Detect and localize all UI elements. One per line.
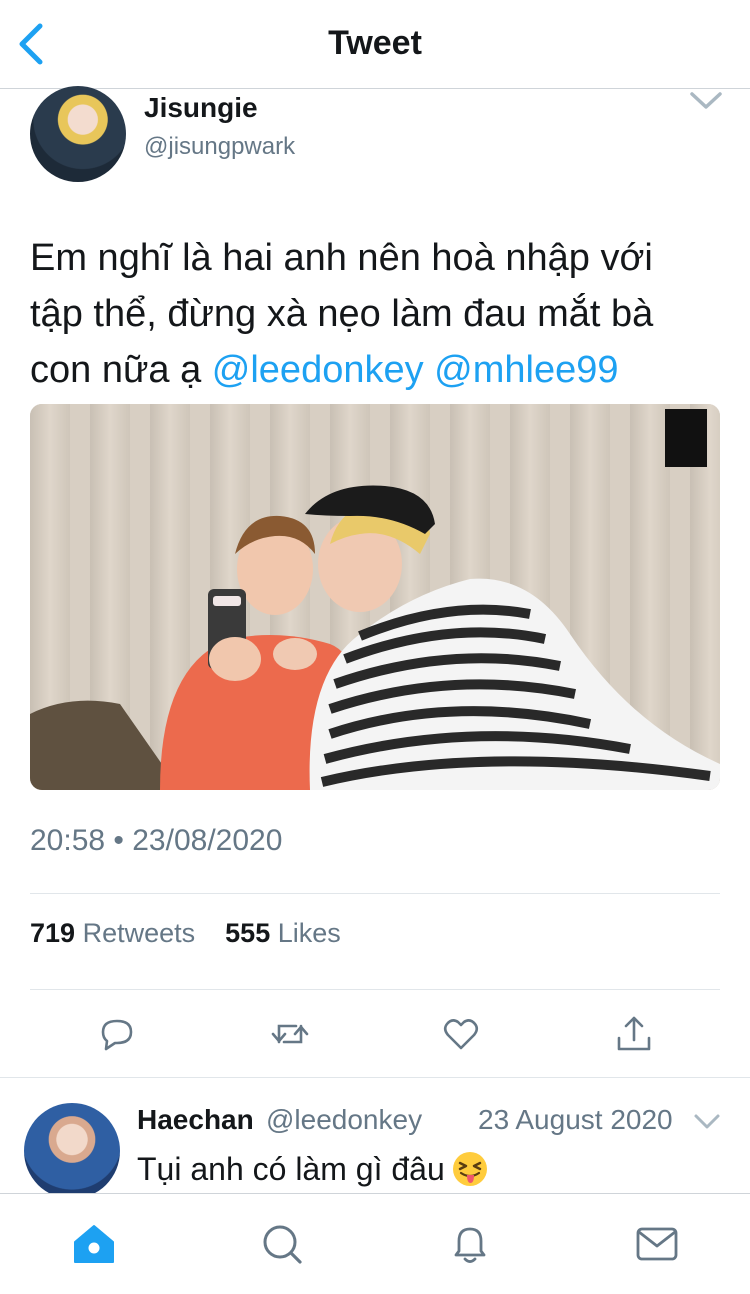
photo-illustration (30, 404, 720, 790)
search-icon[interactable] (259, 1222, 305, 1266)
reply-text-content: Tụi anh có làm gì đâu (137, 1151, 445, 1187)
reply-author-handle[interactable]: @leedonkey (266, 1104, 422, 1136)
mention-link[interactable]: @leedonkey (212, 349, 424, 391)
tweet-text-line: con nữa ạ @leedonkey @mhlee99 (30, 342, 730, 398)
tweet-timestamp: 20:58 • 23/08/2020 (30, 824, 283, 857)
chevron-down-icon[interactable] (692, 1110, 722, 1134)
reply-author-name[interactable]: Haechan (137, 1104, 254, 1136)
retweet-icon[interactable] (270, 1014, 310, 1054)
divider (30, 893, 720, 894)
author-handle[interactable]: @jisungpwark (144, 133, 295, 161)
retweet-count: 719 (30, 918, 76, 948)
tweet-text-line: tập thể, đừng xà nẹo làm đau mắt bà (30, 293, 654, 335)
retweet-label: Retweets (82, 918, 196, 948)
author-avatar[interactable] (30, 86, 126, 182)
author-name[interactable]: Jisungie (144, 92, 258, 124)
messages-icon[interactable] (634, 1222, 680, 1266)
reply-author-avatar[interactable] (24, 1103, 120, 1199)
like-label: Likes (277, 918, 341, 948)
page-title: Tweet (328, 24, 422, 62)
like-icon[interactable] (441, 1014, 481, 1054)
tweet-media-image[interactable] (30, 404, 720, 790)
chevron-down-icon[interactable] (688, 86, 724, 116)
home-icon[interactable] (71, 1222, 117, 1266)
retweet-stat[interactable]: 719 Retweets (30, 918, 195, 948)
reply-icon[interactable] (97, 1014, 137, 1054)
tweet-text-fragment: con nữa ạ (30, 349, 212, 391)
like-stat[interactable]: 555 Likes (225, 918, 341, 948)
tweet-text: Em nghĩ là hai anh nên hoà nhập với tập … (30, 230, 730, 398)
mention-link[interactable]: @mhlee99 (434, 349, 618, 391)
tongue-out-emoji-icon (452, 1152, 487, 1186)
share-icon[interactable] (614, 1014, 654, 1054)
reply-text: Tụi anh có làm gì đâu (137, 1150, 489, 1188)
tweet-stats: 719 Retweets 555 Likes (30, 918, 341, 949)
divider (30, 989, 720, 990)
reply-date: 23 August 2020 (478, 1104, 673, 1135)
tweet-text-line: Em nghĩ là hai anh nên hoà nhập với (30, 237, 653, 279)
divider (0, 1077, 750, 1078)
notifications-icon[interactable] (447, 1222, 493, 1266)
like-count: 555 (225, 918, 271, 948)
